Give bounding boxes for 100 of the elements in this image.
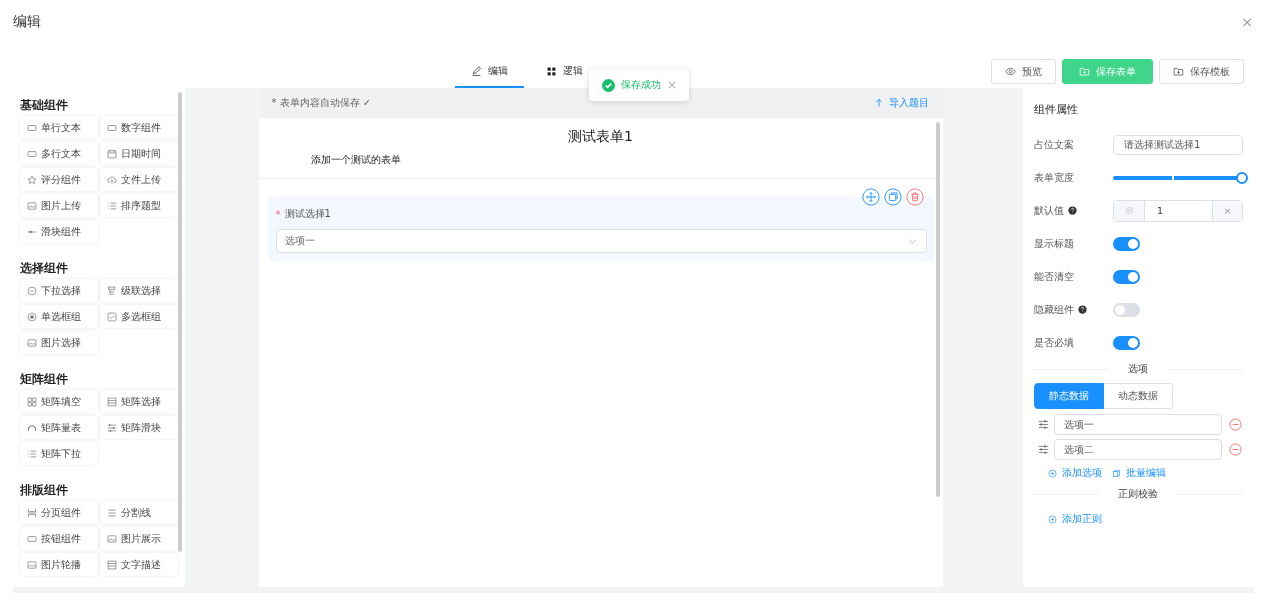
plus-circle-icon [1048, 468, 1057, 478]
component-item[interactable]: 单行文本 [20, 116, 98, 139]
section-heading: 选项 [1128, 362, 1148, 376]
folder-icon [1173, 66, 1184, 77]
page-break-icon [27, 507, 37, 518]
remove-icon[interactable] [1229, 418, 1242, 431]
component-item[interactable]: 文字描述 [100, 553, 178, 576]
group-title: 排版组件 [20, 481, 69, 499]
source-tab[interactable]: 动态数据 [1104, 383, 1173, 409]
star-icon [27, 174, 37, 185]
component-item[interactable]: 图片展示 [100, 527, 178, 550]
toast-message: 保存成功 [621, 78, 661, 92]
autosave-note: * 表单内容自动保存 ✓ [271, 96, 372, 110]
scrollbar[interactable] [935, 122, 940, 497]
check-circle-icon [602, 78, 615, 92]
help-icon [1078, 305, 1087, 314]
component-item[interactable]: 文件上传 [100, 168, 178, 191]
slider-handle[interactable] [1236, 171, 1248, 184]
form-title: 测试表单1 [567, 128, 634, 146]
component-item[interactable]: 图片轮播 [20, 553, 98, 576]
cloud-icon [107, 174, 117, 185]
plus-circle-icon [1048, 514, 1057, 524]
gauge-icon [27, 422, 37, 433]
tab[interactable]: 逻辑 [530, 56, 599, 88]
tree-icon [107, 285, 117, 296]
checkbox-icon [107, 311, 117, 322]
toggle-switch[interactable] [1113, 302, 1140, 317]
required-mark: * [275, 208, 281, 220]
component-item[interactable]: 日期时间 [100, 142, 178, 165]
option-field[interactable]: 选项一 [1054, 414, 1222, 435]
arrow-up-icon [873, 98, 884, 108]
help-icon [1068, 206, 1077, 215]
field-label: 测试选择1 [284, 207, 331, 221]
component-item[interactable]: 单选框组 [20, 305, 98, 328]
dialog-title: 编辑 [13, 13, 41, 31]
pen-icon [471, 65, 482, 77]
group-title: 矩阵组件 [20, 370, 69, 388]
component-item[interactable]: 矩阵选择 [100, 390, 178, 413]
input-field[interactable]: 请选择测试选择1 [1113, 134, 1243, 155]
component-item[interactable]: 矩阵填空 [20, 390, 98, 413]
list-icon [107, 200, 117, 211]
table-icon [107, 559, 117, 570]
copy-icon [1112, 468, 1121, 478]
sliders-icon [107, 422, 117, 433]
drag-handle-icon[interactable] [1038, 444, 1049, 455]
component-item[interactable]: 滑块组件 [20, 220, 98, 243]
remove-icon[interactable] [1229, 443, 1242, 456]
image-icon [27, 337, 37, 348]
component-item[interactable]: 评分组件 [20, 168, 98, 191]
drag-handle-icon[interactable] [1038, 419, 1049, 430]
property-label: 默认值 [1034, 203, 1064, 218]
folder-icon [1079, 66, 1090, 77]
component-item[interactable]: 下拉选择 [20, 279, 98, 302]
grid-icon [546, 65, 557, 77]
component-item[interactable]: 图片上传 [20, 194, 98, 217]
select-field[interactable]: 选项一 [275, 229, 927, 253]
number-input[interactable]: 1 × [1113, 199, 1243, 222]
grid-icon [27, 396, 37, 407]
component-item[interactable]: 多选框组 [100, 305, 178, 328]
property-label: 显示标题 [1034, 236, 1074, 251]
toggle-switch[interactable] [1113, 236, 1140, 251]
toggle-switch[interactable] [1113, 335, 1140, 350]
scrollbar[interactable] [178, 92, 182, 552]
group-title: 基础组件 [20, 96, 69, 114]
section-heading: 正则校验 [1118, 487, 1158, 501]
property-label: 是否必填 [1034, 335, 1074, 350]
component-item[interactable]: 矩阵滑块 [100, 416, 178, 439]
component-item[interactable]: 矩阵量表 [20, 416, 98, 439]
rect-icon [107, 122, 117, 133]
action-button[interactable]: 预览 [991, 59, 1056, 84]
component-item[interactable]: 分割线 [100, 501, 178, 524]
chevron-circle-icon [27, 285, 37, 296]
image-icon [107, 533, 117, 544]
image-icon [27, 559, 37, 570]
toggle-switch[interactable] [1113, 269, 1140, 284]
lines-icon [107, 507, 117, 518]
component-item[interactable]: 矩阵下拉 [20, 442, 98, 465]
component-item[interactable]: 级联选择 [100, 279, 178, 302]
list-icon [27, 448, 37, 459]
option-field[interactable]: 选项二 [1054, 439, 1222, 460]
field-card[interactable]: * 测试选择1 选项一 [268, 197, 934, 261]
component-item[interactable]: 按钮组件 [20, 527, 98, 550]
form-description: 添加一个测试的表单 [310, 154, 401, 165]
table-icon [107, 396, 117, 407]
property-label: 隐藏组件 [1034, 302, 1074, 317]
eye-icon [1005, 66, 1016, 77]
component-item[interactable]: 图片选择 [20, 331, 98, 354]
property-label: 表单宽度 [1034, 170, 1075, 185]
radio-icon [27, 311, 37, 322]
rect-icon [27, 122, 37, 133]
component-item[interactable]: 多行文本 [20, 142, 98, 165]
action-button[interactable]: 保存模板 [1159, 59, 1244, 84]
image-icon [27, 200, 37, 211]
component-item[interactable]: 排序题型 [100, 194, 178, 217]
component-item[interactable]: 分页组件 [20, 501, 98, 524]
property-label: 占位文案 [1034, 137, 1075, 152]
calendar-icon [107, 148, 117, 159]
component-item[interactable]: 数字组件 [100, 116, 178, 139]
panel-title: 组件属性 [1034, 101, 1079, 118]
property-label: 能否清空 [1034, 269, 1074, 284]
